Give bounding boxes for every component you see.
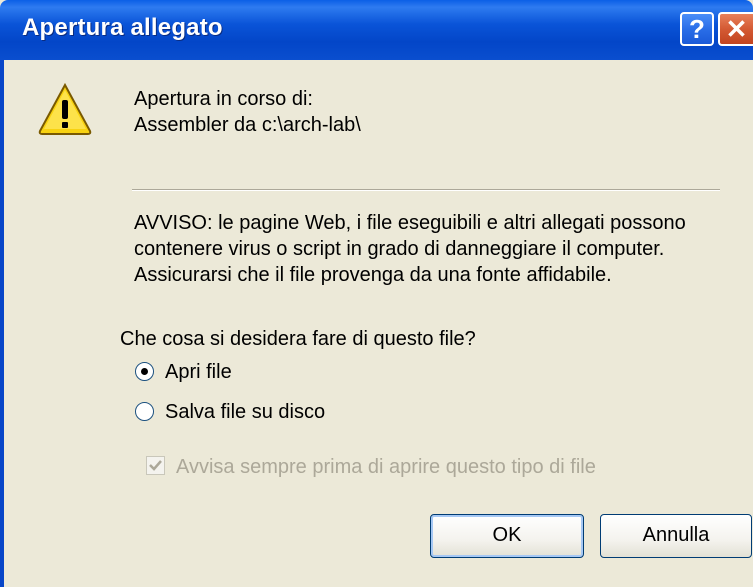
warning-line-1: AVVISO: le pagine Web, i file eseguibili… [134, 212, 686, 234]
warning-line-2: contenere virus o script in grado di dan… [134, 238, 665, 260]
checkbox-label: Avvisa sempre prima di aprire questo tip… [176, 456, 596, 478]
close-icon: ✕ [725, 14, 748, 44]
checkbox-indicator[interactable] [146, 456, 165, 475]
attachment-dialog: Apertura allegato ? ✕ Apertura in corso … [0, 0, 753, 587]
help-button[interactable]: ? [680, 12, 714, 46]
checkmark-icon [149, 460, 162, 471]
window-title: Apertura allegato [22, 14, 223, 41]
radio-save-file-indicator[interactable] [135, 402, 154, 421]
radio-open-file-indicator[interactable] [135, 362, 154, 381]
radio-open-file-label[interactable]: Apri file [165, 359, 232, 385]
divider [132, 189, 720, 191]
help-icon: ? [689, 14, 705, 44]
title-bar[interactable]: Apertura allegato ? ✕ [0, 0, 753, 60]
opening-label: Apertura in corso di: [134, 88, 313, 110]
question-label: Che cosa si desidera fare di questo file… [120, 328, 476, 350]
radio-selected-dot [141, 368, 148, 375]
warning-line-3: Assicurarsi che il file provenga da una … [134, 264, 612, 286]
close-button[interactable]: ✕ [718, 12, 753, 46]
ok-button[interactable]: OK [430, 514, 584, 558]
radio-save-file-label[interactable]: Salva file su disco [165, 399, 325, 425]
cancel-button[interactable]: Annulla [600, 514, 752, 558]
window-border [0, 60, 4, 587]
warning-icon [38, 82, 92, 135]
file-source: Assembler da c:\arch-lab\ [134, 114, 361, 136]
